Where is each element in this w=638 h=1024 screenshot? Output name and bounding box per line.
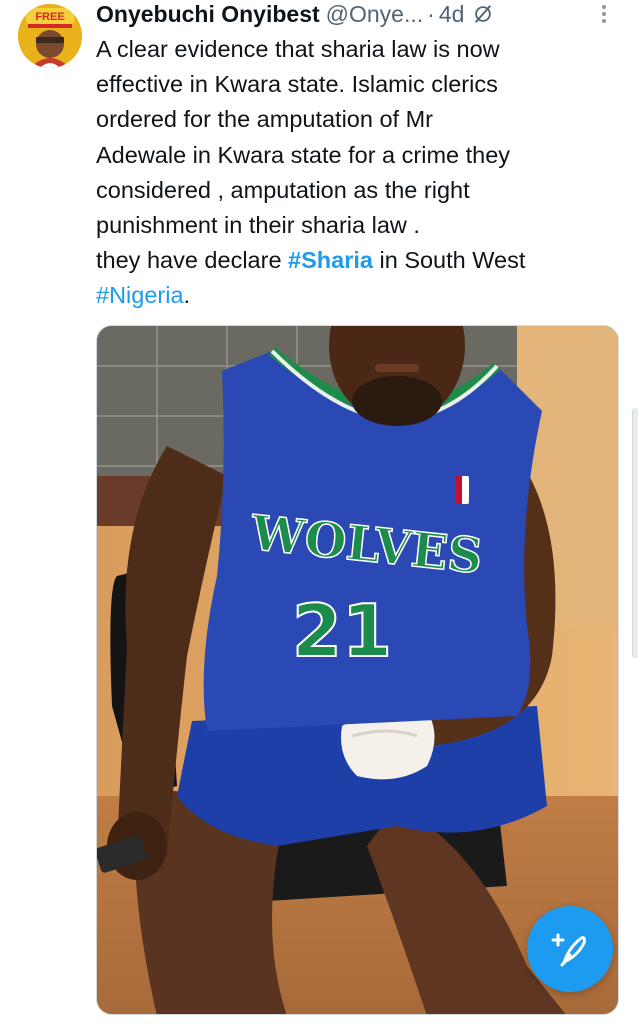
separator-dot: ·	[427, 1, 435, 27]
post-text-segment: .	[183, 282, 191, 309]
hashtag-nigeria-link[interactable]: #Nigeria	[96, 282, 184, 308]
post-media-photo[interactable]: WOLVES 21	[96, 325, 619, 1015]
more-vertical-icon[interactable]	[594, 2, 614, 26]
author-handle[interactable]: @Onye...	[326, 0, 424, 28]
author-name[interactable]: Onyebuchi Onyibest	[96, 0, 320, 28]
post-text-line-with-hashtag: #Nigeria.	[96, 278, 621, 313]
post-text: A clear evidence that sharia law is now …	[96, 32, 621, 314]
compose-post-icon	[551, 933, 586, 967]
avatar[interactable]: FREE	[18, 4, 82, 68]
scrollbar-thumb[interactable]	[632, 408, 638, 658]
grok-icon[interactable]	[472, 3, 494, 25]
post-text-segment: they have declare	[96, 247, 289, 274]
compose-post-button[interactable]	[527, 906, 613, 992]
jersey-number-text: 21	[292, 589, 392, 673]
post-text-line: effective in Kwara state. Islamic cleric…	[96, 71, 498, 98]
post-header: Onyebuchi Onyibest @Onye... · 4d	[96, 0, 618, 28]
photo-illustration: WOLVES 21	[97, 326, 618, 1014]
hashtag-sharia-link[interactable]: #Sharia	[288, 247, 373, 273]
post-text-line: considered , amputation as the right	[96, 176, 470, 203]
post-time[interactable]: 4d	[439, 0, 465, 28]
post-text-line-with-hashtag: they have declare #Sharia in South West	[96, 243, 621, 278]
avatar-image: FREE	[18, 4, 82, 68]
post-text-line: A clear evidence that sharia law is now	[96, 36, 500, 62]
avatar-badge-text: FREE	[35, 11, 64, 23]
post-text-line: ordered for the amputation of Mr	[96, 106, 434, 133]
post-text-segment: in South West	[372, 247, 526, 274]
post-text-line: Adewale in Kwara state for a crime they	[96, 141, 511, 168]
post-text-line: punishment in their sharia law .	[96, 212, 420, 239]
